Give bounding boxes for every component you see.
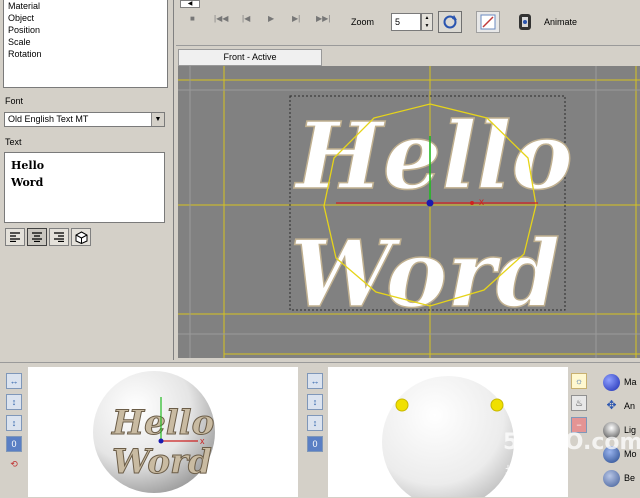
light-handle-2[interactable] xyxy=(490,398,504,412)
light-move-vertical-icon[interactable]: ↕ xyxy=(307,394,323,410)
origin-marker xyxy=(426,199,434,207)
attribute-item-rotation[interactable]: Rotation xyxy=(4,48,167,60)
preview-x-label: x xyxy=(200,436,205,446)
animate-label[interactable]: Animate xyxy=(544,17,577,27)
viewport-canvas: Hello Word x xyxy=(178,66,640,358)
light-sphere xyxy=(382,376,514,498)
font-label: Font xyxy=(5,96,24,106)
font-select[interactable]: Old English Text MT ▼ xyxy=(4,112,165,127)
legend-bevel[interactable]: Be xyxy=(603,466,637,490)
viewport-text-line-1: Hello xyxy=(293,102,573,210)
move-horizontal-icon[interactable]: ↔ xyxy=(6,373,22,389)
align-center-icon[interactable] xyxy=(27,228,47,246)
rotate-view-icon[interactable] xyxy=(438,11,462,33)
toolbar: ◀ ■ |◀◀ |◀ ▶ ▶| ▶▶| Zoom 5 ▲ ▼ Animate xyxy=(176,0,640,46)
preview-tools: ↔ ↕ ↕ 0 ⟲ xyxy=(6,373,22,473)
sun-icon[interactable]: ☼ xyxy=(571,373,587,389)
attribute-item-scale[interactable]: Scale xyxy=(4,36,167,48)
object-preview-canvas: Hello Word x xyxy=(93,371,215,493)
viewport-tab[interactable]: Front - Active xyxy=(178,49,322,66)
next-frame-icon[interactable]: ▶| xyxy=(292,14,300,23)
reset-icon[interactable]: ⟲ xyxy=(6,457,22,473)
align-right-icon[interactable] xyxy=(49,228,69,246)
stop-icon[interactable]: ■ xyxy=(190,14,195,23)
zoom-input[interactable]: 5 xyxy=(391,13,421,31)
attribute-item-object[interactable]: Object xyxy=(4,12,167,24)
move-vertical-icon[interactable]: ↕ xyxy=(6,394,22,410)
x-handle[interactable] xyxy=(470,201,474,205)
light-stepper[interactable]: 0 xyxy=(307,436,323,452)
viewport-front[interactable]: Hello Word x xyxy=(178,66,640,358)
preview-origin xyxy=(158,438,164,444)
bevel-icon xyxy=(603,469,620,487)
attribute-item-position[interactable]: Position xyxy=(4,24,167,36)
text-input[interactable]: Hello Word xyxy=(4,152,165,223)
attribute-item-material[interactable]: Material xyxy=(4,0,167,12)
font-select-value: Old English Text MT xyxy=(8,114,89,124)
alignment-toolbar xyxy=(5,228,91,246)
first-frame-icon[interactable]: |◀◀ xyxy=(214,14,228,23)
move-icon: ✥ xyxy=(606,397,617,412)
scroll-left-icon[interactable]: ◀ xyxy=(180,0,200,8)
spotlight-icon[interactable]: ♨ xyxy=(571,395,587,411)
x-axis-label: x xyxy=(479,197,484,208)
text-input-line-2: Word xyxy=(11,176,44,189)
animate-icon[interactable] xyxy=(516,12,534,32)
attribute-list[interactable]: Material Object Position Scale Rotation xyxy=(3,0,168,88)
text-input-line-1: Hello xyxy=(11,159,45,172)
watermark-blog: 技术博客 xyxy=(505,465,561,481)
properties-panel: Material Object Position Scale Rotation … xyxy=(0,0,174,360)
legend-material[interactable]: Ma xyxy=(603,370,637,394)
preview-text-line-2: Word xyxy=(112,442,212,482)
light-tools: ↔ ↕ ↕ 0 xyxy=(307,373,323,452)
last-frame-icon[interactable]: ▶▶| xyxy=(316,14,330,23)
object-preview[interactable]: Hello Word x xyxy=(28,367,298,497)
previous-frame-icon[interactable]: |◀ xyxy=(242,14,250,23)
move-depth-icon[interactable]: ↕ xyxy=(6,415,22,431)
light-move-horizontal-icon[interactable]: ↔ xyxy=(307,373,323,389)
watermark-domain: 51CTO.com xyxy=(503,430,640,455)
light-move-depth-icon[interactable]: ↕ xyxy=(307,415,323,431)
legend-animation[interactable]: ✥ An xyxy=(603,394,637,418)
zoom-label: Zoom xyxy=(351,17,375,27)
light-type-tools: ☼ ♨ − xyxy=(571,373,587,433)
text-label: Text xyxy=(5,137,22,147)
cube-icon[interactable] xyxy=(71,228,91,246)
play-icon[interactable]: ▶ xyxy=(268,14,274,23)
zoom-stepper[interactable]: ▲ ▼ xyxy=(421,13,433,31)
material-sphere-icon xyxy=(603,373,620,391)
fit-view-icon[interactable] xyxy=(476,11,500,33)
preview-stepper[interactable]: 0 xyxy=(6,436,22,452)
align-left-icon[interactable] xyxy=(5,228,25,246)
light-handle-1[interactable] xyxy=(395,398,409,412)
chevron-down-icon[interactable]: ▼ xyxy=(151,113,164,126)
preview-text-line-1: Hello xyxy=(111,403,214,443)
